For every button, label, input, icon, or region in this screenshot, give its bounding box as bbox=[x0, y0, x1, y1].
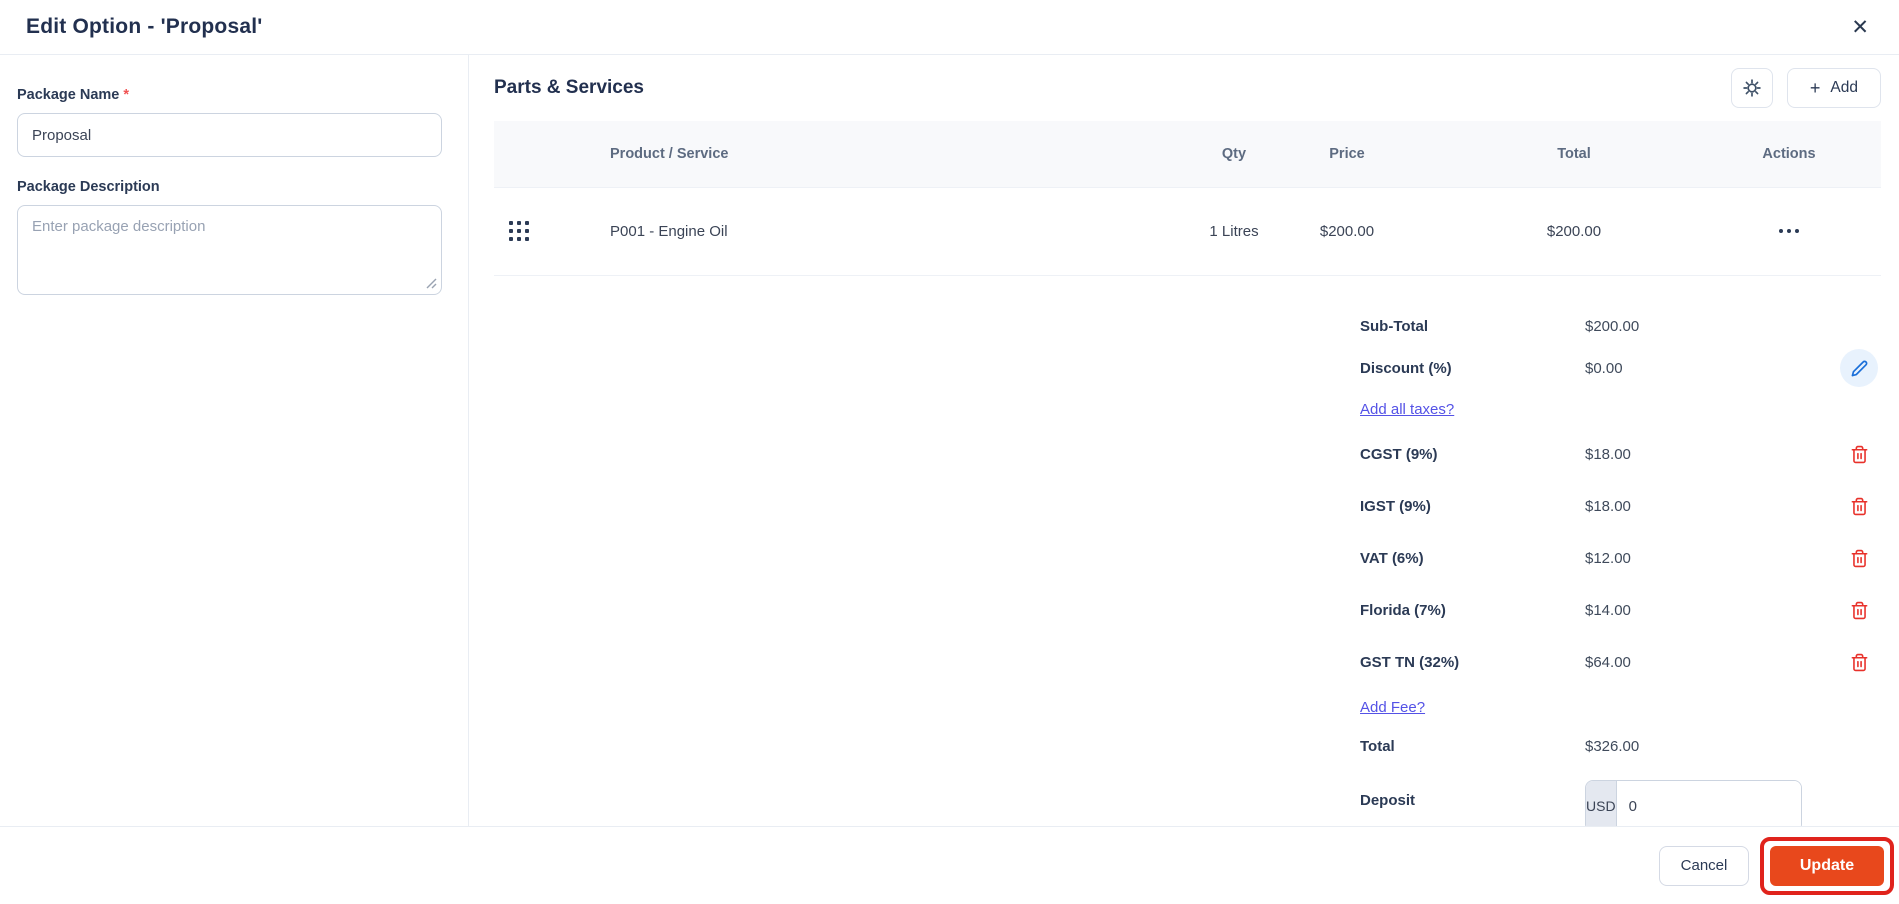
edit-option-modal: Edit Option - 'Proposal' ✕ Package Name *… bbox=[0, 0, 1899, 904]
trash-icon bbox=[1851, 549, 1867, 567]
subtotal-row: Sub-Total $200.00 bbox=[1360, 306, 1881, 346]
tax-row: CGST (9%) $18.00 bbox=[1360, 428, 1881, 480]
modal-footer: Cancel Update bbox=[0, 826, 1899, 904]
package-name-label: Package Name * bbox=[17, 87, 130, 103]
row-actions-button[interactable] bbox=[1773, 223, 1805, 239]
package-description-textarea[interactable] bbox=[17, 205, 442, 295]
delete-tax-button[interactable] bbox=[1848, 651, 1871, 674]
add-button[interactable]: + Add bbox=[1786, 67, 1881, 108]
table-header-total: Total bbox=[1557, 145, 1591, 162]
gear-icon bbox=[1743, 79, 1761, 97]
add-fee-row: Add Fee? bbox=[1360, 688, 1881, 726]
product-cell: P001 - Engine Oil bbox=[610, 222, 728, 240]
parts-services-panel: Parts & Services + Add Product / Service… bbox=[469, 55, 1899, 826]
edit-discount-button[interactable] bbox=[1840, 349, 1878, 387]
modal-body: Package Name* Package Description Parts … bbox=[0, 55, 1899, 826]
tax-label: CGST (9%) bbox=[1360, 445, 1438, 463]
parts-services-actions: + Add bbox=[1730, 67, 1881, 108]
package-description-label: Package Description bbox=[17, 179, 160, 195]
subtotal-label: Sub-Total bbox=[1360, 317, 1429, 335]
ellipsis-icon bbox=[1779, 229, 1783, 234]
total-value: $326.00 bbox=[1585, 737, 1640, 755]
pencil-icon bbox=[1851, 360, 1867, 376]
modal-title: Edit Option - 'Proposal' bbox=[26, 15, 263, 38]
delete-tax-button[interactable] bbox=[1848, 495, 1871, 518]
tax-label: IGST (9%) bbox=[1360, 497, 1431, 515]
tax-value: $12.00 bbox=[1585, 549, 1631, 567]
table-header-product: Product / Service bbox=[610, 145, 729, 162]
add-fee-link[interactable]: Add Fee? bbox=[1360, 699, 1585, 716]
delete-tax-button[interactable] bbox=[1848, 599, 1871, 622]
deposit-input[interactable] bbox=[1616, 781, 1801, 826]
trash-icon bbox=[1851, 497, 1867, 515]
totals-summary: Sub-Total $200.00 Discount (%) $0.00 Add… bbox=[1360, 306, 1881, 826]
deposit-currency-prefix: USD bbox=[1586, 781, 1617, 826]
discount-label: Discount (%) bbox=[1360, 359, 1452, 377]
delete-tax-button[interactable] bbox=[1848, 547, 1871, 570]
tax-value: $14.00 bbox=[1585, 601, 1631, 619]
tax-value: $18.00 bbox=[1585, 497, 1631, 515]
tax-label: VAT (6%) bbox=[1360, 549, 1424, 567]
delete-tax-button[interactable] bbox=[1848, 443, 1871, 466]
table-header-qty: Qty bbox=[1221, 145, 1247, 162]
qty-cell: 1 Litres bbox=[1209, 222, 1259, 240]
close-button[interactable]: ✕ bbox=[1847, 13, 1873, 42]
tax-label: Florida (7%) bbox=[1360, 601, 1446, 619]
parts-services-header: Parts & Services + Add bbox=[494, 55, 1881, 121]
trash-icon bbox=[1851, 653, 1867, 671]
tax-row: Florida (7%) $14.00 bbox=[1360, 584, 1881, 636]
discount-value: $0.00 bbox=[1585, 359, 1623, 377]
add-all-taxes-row: Add all taxes? bbox=[1360, 390, 1881, 428]
total-cell: $200.00 bbox=[1546, 222, 1602, 240]
parts-services-title: Parts & Services bbox=[494, 76, 644, 98]
package-name-input[interactable] bbox=[17, 113, 442, 157]
tax-value: $18.00 bbox=[1585, 445, 1631, 463]
add-button-label: Add bbox=[1830, 78, 1858, 96]
trash-icon bbox=[1851, 445, 1867, 463]
modal-header: Edit Option - 'Proposal' ✕ bbox=[0, 0, 1899, 55]
required-asterisk: * bbox=[123, 87, 130, 103]
settings-button[interactable] bbox=[1730, 67, 1773, 108]
subtotal-value: $200.00 bbox=[1585, 317, 1640, 335]
add-all-taxes-link[interactable]: Add all taxes? bbox=[1360, 401, 1585, 418]
table-header-actions: Actions bbox=[1762, 145, 1816, 162]
update-highlight-annotation: Update bbox=[1760, 836, 1894, 895]
plus-icon: + bbox=[1809, 77, 1821, 98]
tax-row: IGST (9%) $18.00 bbox=[1360, 480, 1881, 532]
table-row: P001 - Engine Oil 1 Litres $200.00 $200.… bbox=[494, 187, 1881, 276]
close-icon: ✕ bbox=[1851, 15, 1869, 39]
total-label: Total bbox=[1360, 737, 1395, 755]
update-button[interactable]: Update bbox=[1770, 845, 1884, 886]
package-description-wrap bbox=[17, 205, 442, 295]
tax-row: GST TN (32%) $64.00 bbox=[1360, 636, 1881, 688]
deposit-input-group: USD bbox=[1585, 780, 1802, 826]
deposit-label: Deposit bbox=[1360, 792, 1416, 809]
package-form-panel: Package Name* Package Description bbox=[0, 55, 469, 826]
table-header-row: Product / Service Qty Price Total Action… bbox=[494, 120, 1881, 188]
tax-label: GST TN (32%) bbox=[1360, 653, 1460, 671]
drag-handle-icon[interactable] bbox=[504, 216, 534, 246]
trash-icon bbox=[1851, 601, 1867, 619]
deposit-row: Deposit USD bbox=[1360, 766, 1881, 826]
table-header-price: Price bbox=[1329, 145, 1365, 162]
tax-row: VAT (6%) $12.00 bbox=[1360, 532, 1881, 584]
total-row: Total $326.00 bbox=[1360, 726, 1881, 766]
discount-row: Discount (%) $0.00 bbox=[1360, 346, 1881, 390]
price-cell: $200.00 bbox=[1319, 222, 1375, 240]
cancel-button[interactable]: Cancel bbox=[1659, 845, 1749, 886]
tax-value: $64.00 bbox=[1585, 653, 1631, 671]
